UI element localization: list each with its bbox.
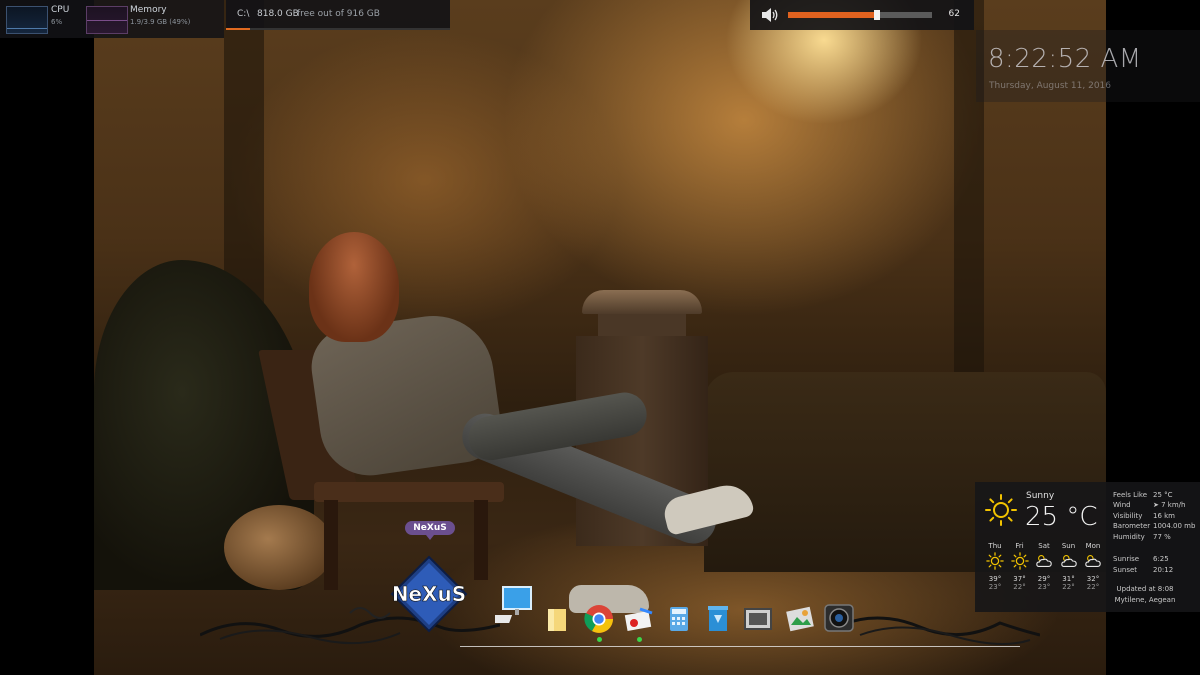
disk-usage-track: [226, 28, 450, 30]
weather-detail-row: Visibility 16 km: [1113, 511, 1195, 521]
dock: NeXuS: [200, 555, 1040, 655]
volume-slider[interactable]: [788, 10, 932, 20]
weather-temperature: 25 °C: [1025, 502, 1098, 532]
sunset-label: Sunset: [1113, 565, 1138, 574]
clock-time: 8:22:52 AM: [988, 44, 1142, 74]
recycle-bin-icon[interactable]: [705, 603, 731, 633]
detail-label: Feels Like: [1113, 491, 1148, 499]
sunrise-label: Sunrise: [1113, 555, 1140, 563]
detail-value: 77 %: [1153, 532, 1171, 541]
forecast-day-name: Thu: [988, 542, 1002, 550]
dock-baseline: [460, 646, 1020, 647]
disk-status-text: free out of 916 GB: [297, 9, 380, 19]
forecast-day: Mon 32° 22°: [1081, 542, 1105, 591]
forecast-day-name: Mon: [1085, 542, 1101, 550]
disk-usage-widget[interactable]: C:\ 818.0 GB free out of 916 GB: [226, 0, 450, 30]
weather-detail-row: Humidity 77 %: [1113, 532, 1195, 542]
sun-times: Sunrise 6:25 Sunset 20:12: [1113, 554, 1173, 575]
partly-cloudy-icon: [1057, 552, 1081, 572]
forecast-high: 32°: [1086, 575, 1100, 583]
weather-condition: Sunny: [1026, 491, 1055, 501]
disk-usage-fill: [226, 28, 250, 30]
detail-label: Wind: [1113, 501, 1131, 510]
sunset-value: 20:12: [1153, 565, 1174, 574]
detail-value: 16 km: [1153, 511, 1176, 520]
partly-cloudy-icon: [1081, 552, 1105, 572]
folder-icon[interactable]: [546, 605, 570, 633]
volume-slider-fill: [788, 12, 878, 18]
disk-drive-label: C:\: [237, 9, 250, 19]
media-player-icon[interactable]: [743, 605, 773, 633]
weather-updated-time: Updated at 8:08: [1116, 585, 1174, 593]
forecast-high: 31°: [1062, 575, 1075, 583]
sunrise-value: 6:25: [1153, 555, 1169, 563]
calculator-icon[interactable]: [668, 605, 690, 633]
computer-icon[interactable]: [495, 585, 535, 629]
volume-slider-handle[interactable]: [874, 10, 881, 20]
weather-detail-row: Feels Like 25 °C: [1113, 490, 1195, 500]
weather-location: Mytilene, Aegean: [1114, 596, 1176, 604]
detail-label: Barometer: [1113, 522, 1151, 531]
detail-value: 25 °C: [1153, 491, 1173, 499]
forecast-day-name: Fri: [1015, 542, 1024, 550]
clock-date: Thursday, August 11, 2016: [989, 81, 1112, 91]
cpu-graph: [6, 6, 48, 34]
forecast-day-name: Sat: [1038, 542, 1050, 550]
camera-icon[interactable]: [823, 601, 855, 635]
dock-tooltip: NeXuS: [405, 521, 455, 540]
cpu-value: 6%: [51, 18, 63, 26]
speaker-icon[interactable]: [761, 7, 779, 23]
nexus-logo-icon[interactable]: NeXuS: [388, 555, 470, 633]
nexus-logo-text: NeXuS: [392, 582, 466, 606]
detail-label: Humidity: [1113, 532, 1145, 541]
forecast-low: 22°: [1062, 583, 1075, 591]
chrome-running-indicator: [597, 637, 602, 642]
forecast-day: Sun 31° 22°: [1057, 542, 1081, 591]
mail-icon[interactable]: [624, 605, 654, 633]
clock-widget: 8:22:52 AM Thursday, August 11, 2016: [976, 30, 1200, 102]
weather-updated: Updated at 8:08 Mytilene, Aegean: [1095, 584, 1195, 606]
weather-details: Feels Like 25 °C Wind ➤ 7 km/h Visibility 1…: [1113, 490, 1195, 542]
chrome-icon[interactable]: [583, 603, 615, 635]
detail-label: Visibility: [1113, 511, 1143, 520]
mail-running-indicator: [637, 637, 642, 642]
volume-value: 62: [948, 9, 960, 19]
cpu-label: CPU: [51, 5, 70, 15]
disk-free-size: 818.0 GB: [257, 9, 299, 19]
forecast-low: 22°: [1086, 583, 1100, 591]
sun-icon: [985, 494, 1017, 526]
detail-value: ➤ 7 km/h: [1153, 501, 1186, 510]
memory-value: 1.9/3.9 GB (49%): [130, 18, 191, 26]
volume-widget: 62: [750, 0, 974, 30]
photos-icon[interactable]: [785, 601, 815, 633]
weather-detail-row: Wind ➤ 7 km/h: [1113, 500, 1195, 510]
memory-graph: [86, 6, 128, 34]
forecast-day-name: Sun: [1061, 542, 1076, 550]
memory-label: Memory: [130, 5, 167, 15]
system-monitor-widget: CPU 6% Memory 1.9/3.9 GB (49%): [0, 0, 224, 38]
weather-detail-row: Barometer 1004.00 mb: [1113, 521, 1195, 531]
wallpaper-person-hair: [309, 232, 399, 342]
detail-value: 1004.00 mb: [1153, 522, 1196, 531]
dock-ornament-right: [840, 616, 1040, 645]
